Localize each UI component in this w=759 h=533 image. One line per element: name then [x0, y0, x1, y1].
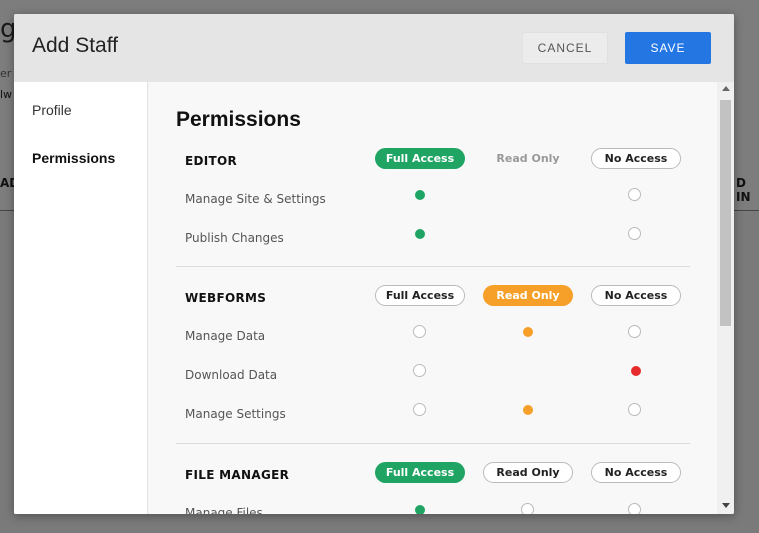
no-access-radio[interactable]: [628, 503, 641, 514]
section-divider: [176, 266, 690, 267]
no-access-radio[interactable]: [628, 403, 641, 416]
page-title: Permissions: [176, 108, 301, 131]
modal-title: Add Staff: [32, 34, 119, 57]
no-access-radio-selected[interactable]: [631, 366, 641, 376]
scroll-up-arrow-icon[interactable]: [722, 86, 730, 91]
full-access-radio[interactable]: [413, 364, 426, 377]
no-access-radio[interactable]: [628, 325, 641, 338]
background-divider-2: [734, 210, 759, 211]
full-access-radio-selected[interactable]: [415, 190, 425, 200]
editor-read-only-toggle[interactable]: Read Only: [483, 148, 573, 169]
sidebar-item-profile[interactable]: Profile: [32, 102, 72, 118]
permission-label: Manage Data: [185, 329, 266, 343]
content-scrollbar[interactable]: [717, 82, 734, 514]
modal-header: Add Staff CANCEL SAVE: [14, 14, 734, 82]
save-button[interactable]: SAVE: [625, 32, 711, 64]
background-column-header-2: D IN: [736, 176, 751, 204]
scroll-down-arrow-icon[interactable]: [722, 503, 730, 508]
full-access-radio[interactable]: [413, 325, 426, 338]
full-access-radio[interactable]: [413, 403, 426, 416]
read-only-radio-selected[interactable]: [523, 327, 533, 337]
full-access-radio-selected[interactable]: [415, 229, 425, 239]
scroll-thumb[interactable]: [720, 100, 731, 326]
webforms-no-access-toggle[interactable]: No Access: [591, 285, 681, 306]
section-label: WEBFORMS: [185, 291, 267, 305]
permissions-panel: Permissions EDITOR Full Access Read Only…: [149, 82, 717, 514]
no-access-radio[interactable]: [628, 227, 641, 240]
permission-label: Manage Files: [185, 506, 263, 514]
background-subtext-2: lw: [0, 88, 13, 101]
section-label: EDITOR: [185, 154, 238, 168]
permission-label: Manage Site & Settings: [185, 192, 326, 206]
section-divider: [176, 443, 690, 444]
permission-label: Manage Settings: [185, 407, 286, 421]
add-staff-modal: Add Staff CANCEL SAVE Profile Permission…: [14, 14, 734, 514]
no-access-radio[interactable]: [628, 188, 641, 201]
read-only-radio-selected[interactable]: [523, 405, 533, 415]
file-manager-full-access-toggle[interactable]: Full Access: [375, 462, 465, 483]
editor-no-access-toggle[interactable]: No Access: [591, 148, 681, 169]
editor-full-access-toggle[interactable]: Full Access: [375, 148, 465, 169]
webforms-read-only-toggle[interactable]: Read Only: [483, 285, 573, 306]
cancel-button[interactable]: CANCEL: [522, 32, 608, 64]
full-access-radio-selected[interactable]: [415, 505, 425, 514]
sidebar-item-permissions[interactable]: Permissions: [32, 150, 115, 166]
permission-label: Download Data: [185, 368, 278, 382]
section-label: FILE MANAGER: [185, 468, 290, 482]
webforms-full-access-toggle[interactable]: Full Access: [375, 285, 465, 306]
background-divider: [0, 210, 14, 211]
read-only-radio[interactable]: [521, 503, 534, 514]
file-manager-no-access-toggle[interactable]: No Access: [591, 462, 681, 483]
permission-label: Publish Changes: [185, 231, 284, 245]
file-manager-read-only-toggle[interactable]: Read Only: [483, 462, 573, 483]
modal-sidebar: Profile Permissions: [14, 82, 148, 514]
